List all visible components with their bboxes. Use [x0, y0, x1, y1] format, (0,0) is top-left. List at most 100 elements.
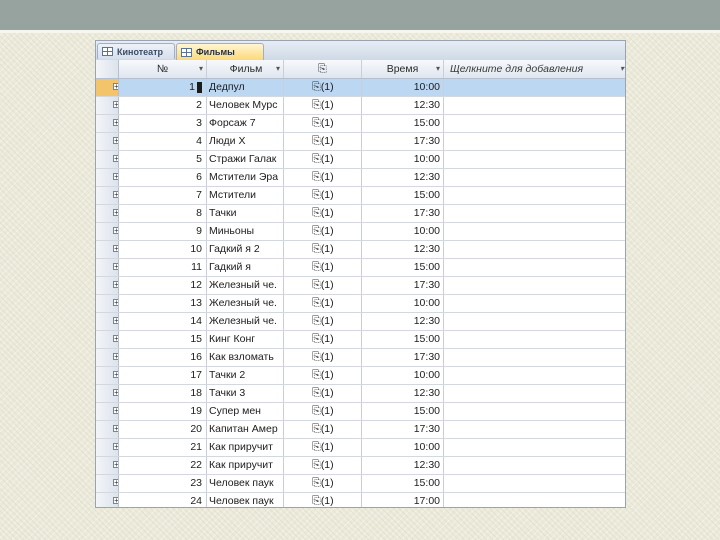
cell-time[interactable]: 10:00 [362, 439, 444, 456]
table-row[interactable]: + 16 Как взломать ⎘(1) 17:30 [96, 349, 625, 367]
cell-film[interactable]: Железный че. [207, 295, 284, 312]
cell-no[interactable]: 16 [119, 349, 207, 366]
cell-attachment[interactable]: ⎘(1) [284, 241, 362, 258]
table-row[interactable]: + 11 Гадкий я ⎘(1) 15:00 [96, 259, 625, 277]
record-selector[interactable]: + [96, 205, 119, 222]
cell-time[interactable]: 17:30 [362, 133, 444, 150]
cell-attachment[interactable]: ⎘(1) [284, 169, 362, 186]
cell-film[interactable]: Форсаж 7 [207, 115, 284, 132]
cell-add[interactable] [444, 349, 625, 366]
record-selector[interactable]: + [96, 367, 119, 384]
cell-time[interactable]: 12:30 [362, 169, 444, 186]
cell-attachment[interactable]: ⎘(1) [284, 97, 362, 114]
table-row[interactable]: + 15 Кинг Конг ⎘(1) 15:00 [96, 331, 625, 349]
cell-add[interactable] [444, 79, 625, 96]
cell-attachment[interactable]: ⎘(1) [284, 457, 362, 474]
cell-add[interactable] [444, 295, 625, 312]
cell-no[interactable]: 11 [119, 259, 207, 276]
column-header-time[interactable]: Время ▾ [362, 60, 444, 78]
cell-no[interactable]: 13 [119, 295, 207, 312]
cell-no[interactable]: 4 [119, 133, 207, 150]
cell-add[interactable] [444, 493, 625, 507]
cell-no[interactable]: 18 [119, 385, 207, 402]
record-selector[interactable]: + [96, 349, 119, 366]
cell-time[interactable]: 12:30 [362, 385, 444, 402]
record-selector[interactable]: + [96, 403, 119, 420]
tab-kinoteatr[interactable]: Кинотеатр [97, 43, 175, 59]
tab-filmy[interactable]: Фильмы [176, 43, 264, 60]
table-row[interactable]: + 3 Форсаж 7 ⎘(1) 15:00 [96, 115, 625, 133]
table-row[interactable]: + 18 Тачки 3 ⎘(1) 12:30 [96, 385, 625, 403]
cell-no[interactable]: 24 [119, 493, 207, 507]
cell-add[interactable] [444, 223, 625, 240]
cell-attachment[interactable]: ⎘(1) [284, 421, 362, 438]
select-all-corner[interactable] [96, 60, 119, 78]
cell-attachment[interactable]: ⎘(1) [284, 349, 362, 366]
record-selector[interactable]: + [96, 277, 119, 294]
cell-attachment[interactable]: ⎘(1) [284, 439, 362, 456]
cell-time[interactable]: 17:30 [362, 421, 444, 438]
cell-add[interactable] [444, 187, 625, 204]
cell-add[interactable] [444, 205, 625, 222]
cell-no[interactable]: 22 [119, 457, 207, 474]
table-row[interactable]: + 23 Человек паук ⎘(1) 15:00 [96, 475, 625, 493]
cell-add[interactable] [444, 97, 625, 114]
cell-add[interactable] [444, 151, 625, 168]
cell-time[interactable]: 12:30 [362, 97, 444, 114]
cell-film[interactable]: Железный че. [207, 313, 284, 330]
cell-no[interactable]: 21 [119, 439, 207, 456]
record-selector[interactable]: + [96, 493, 119, 507]
column-header-attachment[interactable]: ⎘ [284, 60, 362, 78]
record-selector[interactable]: + [96, 97, 119, 114]
cell-time[interactable]: 17:30 [362, 349, 444, 366]
cell-attachment[interactable]: ⎘(1) [284, 133, 362, 150]
cell-add[interactable] [444, 115, 625, 132]
cell-add[interactable] [444, 457, 625, 474]
cell-no[interactable]: 7 [119, 187, 207, 204]
cell-add[interactable] [444, 259, 625, 276]
record-selector[interactable]: + [96, 151, 119, 168]
column-header-no[interactable]: № ▾ [119, 60, 207, 78]
cell-attachment[interactable]: ⎘(1) [284, 475, 362, 492]
cell-add[interactable] [444, 439, 625, 456]
cell-attachment[interactable]: ⎘(1) [284, 313, 362, 330]
cell-film[interactable]: Как взломать [207, 349, 284, 366]
cell-attachment[interactable]: ⎘(1) [284, 205, 362, 222]
cell-film[interactable]: Человек паук [207, 475, 284, 492]
cell-add[interactable] [444, 403, 625, 420]
cell-film[interactable]: Как приручит [207, 439, 284, 456]
cell-no[interactable]: 2 [119, 97, 207, 114]
cell-time[interactable]: 10:00 [362, 223, 444, 240]
cell-film[interactable]: Дедпул [207, 79, 284, 96]
cell-film[interactable]: Супер мен [207, 403, 284, 420]
cell-time[interactable]: 15:00 [362, 259, 444, 276]
cell-no[interactable]: 17 [119, 367, 207, 384]
cell-film[interactable]: Гадкий я [207, 259, 284, 276]
cell-no[interactable]: 5 [119, 151, 207, 168]
cell-attachment[interactable]: ⎘(1) [284, 367, 362, 384]
cell-add[interactable] [444, 241, 625, 258]
cell-time[interactable]: 15:00 [362, 187, 444, 204]
table-row[interactable]: + 10 Гадкий я 2 ⎘(1) 12:30 [96, 241, 625, 259]
cell-no[interactable]: 19 [119, 403, 207, 420]
cell-no[interactable]: 3 [119, 115, 207, 132]
record-selector[interactable]: + [96, 79, 119, 96]
cell-no[interactable]: 23 [119, 475, 207, 492]
cell-attachment[interactable]: ⎘(1) [284, 223, 362, 240]
cell-time[interactable]: 17:00 [362, 493, 444, 507]
table-row[interactable]: + 8 Тачки ⎘(1) 17:30 [96, 205, 625, 223]
cell-no[interactable]: 1 [119, 79, 207, 96]
cell-no[interactable]: 8 [119, 205, 207, 222]
cell-time[interactable]: 17:30 [362, 277, 444, 294]
cell-time[interactable]: 15:00 [362, 331, 444, 348]
cell-attachment[interactable]: ⎘(1) [284, 403, 362, 420]
table-row[interactable]: + 2 Человек Мурс ⎘(1) 12:30 [96, 97, 625, 115]
record-selector[interactable]: + [96, 421, 119, 438]
record-selector[interactable]: + [96, 133, 119, 150]
table-row[interactable]: + 6 Мстители Эра ⎘(1) 12:30 [96, 169, 625, 187]
record-selector[interactable]: + [96, 259, 119, 276]
record-selector[interactable]: + [96, 313, 119, 330]
cell-attachment[interactable]: ⎘(1) [284, 493, 362, 507]
cell-add[interactable] [444, 133, 625, 150]
cell-time[interactable]: 10:00 [362, 295, 444, 312]
